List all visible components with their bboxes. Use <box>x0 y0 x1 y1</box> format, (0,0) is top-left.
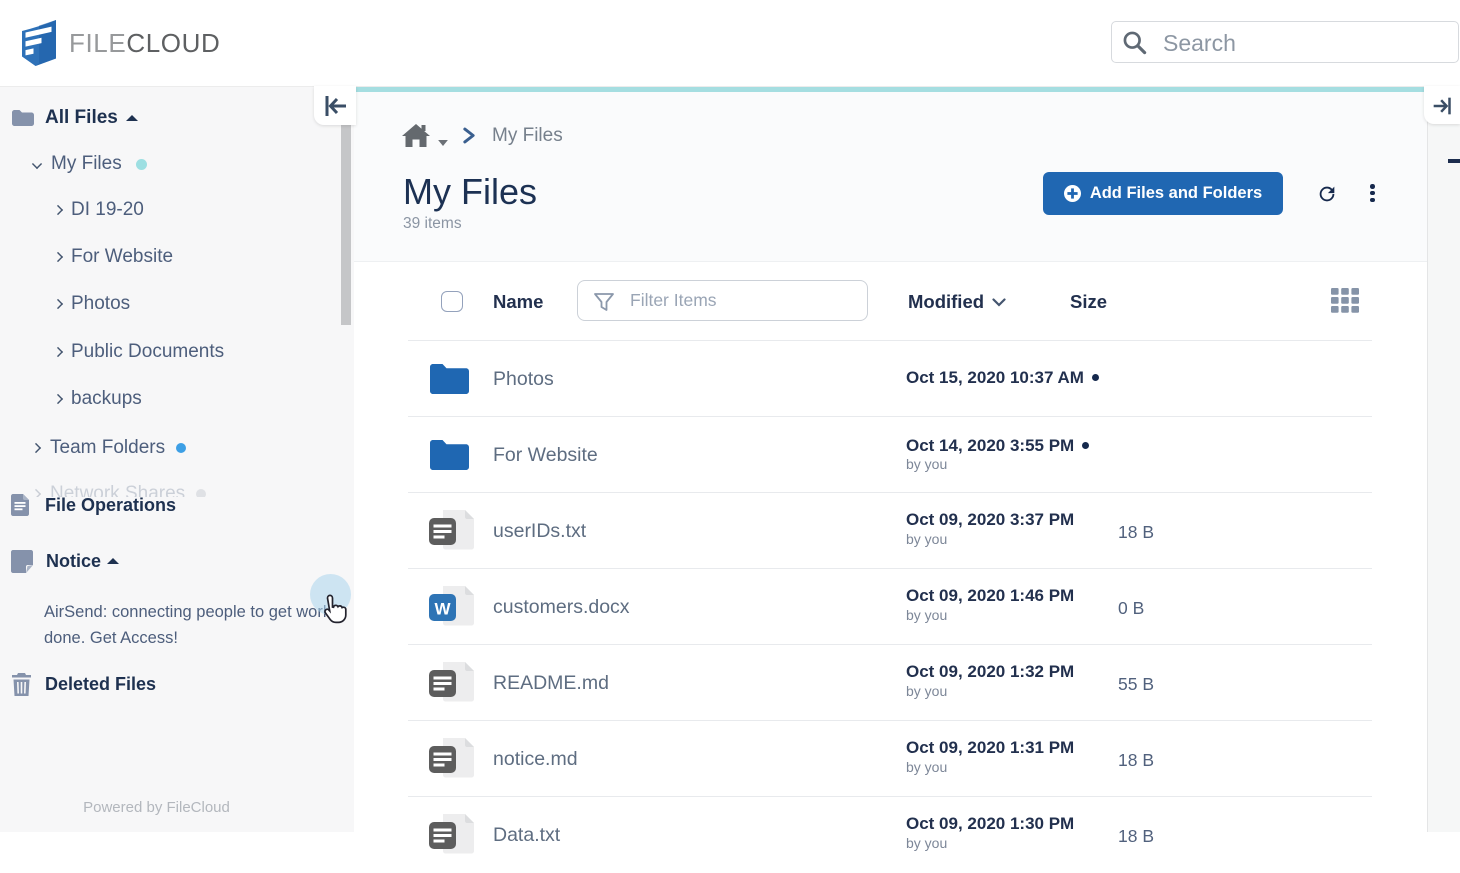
svg-text:W: W <box>434 600 451 619</box>
